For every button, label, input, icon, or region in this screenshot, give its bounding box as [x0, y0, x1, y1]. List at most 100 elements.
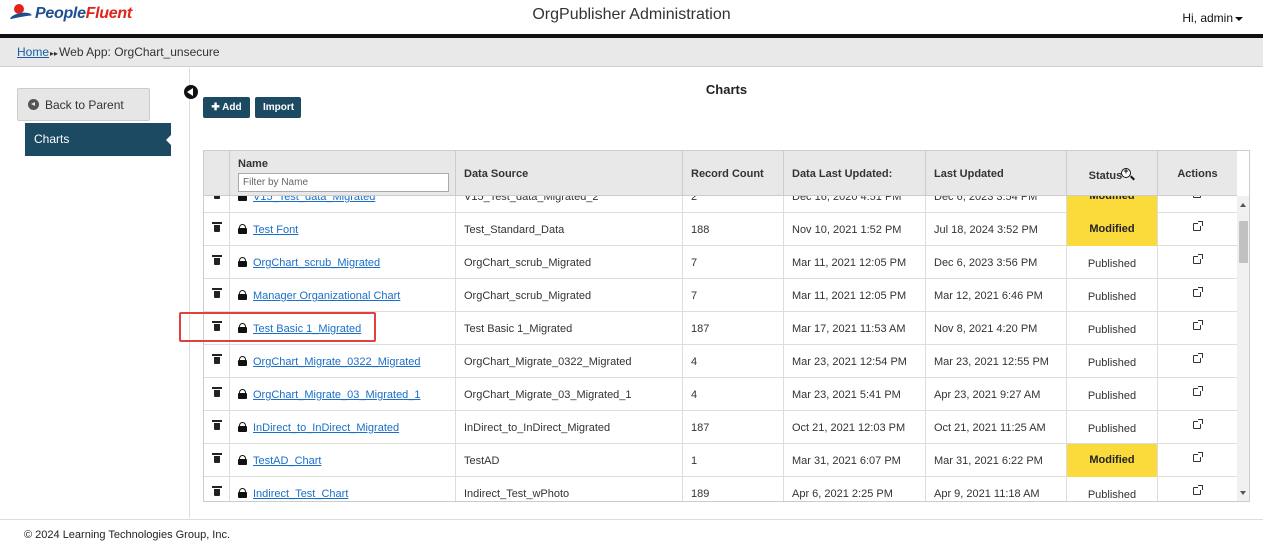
chart-name-link[interactable]: Indirect_Test_Chart [253, 488, 348, 500]
delete-cell [204, 477, 229, 501]
table-row: Manager Organizational Chart OrgChart_scr… [204, 279, 1237, 312]
name-cell: OrgChart_Migrate_03_Migrated_1 [229, 378, 455, 411]
status-cell: Published [1066, 246, 1157, 279]
trash-icon[interactable] [211, 486, 222, 496]
actions-cell [1157, 213, 1237, 246]
last-updated-cell: Mar 23, 2021 12:55 PM [925, 345, 1066, 378]
data-source-cell: OrgChart_scrub_Migrated [455, 279, 682, 312]
delete-cell [204, 213, 229, 246]
add-chart-label: Add [222, 102, 242, 113]
status-badge: Published [1087, 390, 1137, 402]
back-to-parent-label: Back to Parent [45, 97, 124, 112]
chart-name-link[interactable]: InDirect_to_InDirect_Migrated [253, 422, 399, 434]
lock-icon [238, 455, 247, 465]
lock-icon [238, 224, 247, 234]
table-row: OrgChart_Migrate_03_Migrated_1 OrgChart_M… [204, 378, 1237, 411]
name-cell: Test Basic 1_Migrated [229, 312, 455, 345]
table-scrollbar[interactable] [1237, 196, 1249, 501]
chart-name-link[interactable]: Test Font [253, 224, 298, 236]
status-badge: Published [1087, 489, 1137, 501]
name-cell: Manager Organizational Chart [229, 279, 455, 312]
record-count-cell: 4 [682, 345, 783, 378]
header-data-last-updated[interactable]: Data Last Updated: [783, 151, 925, 196]
sidebar-item-charts[interactable]: Charts [25, 123, 171, 156]
trash-icon[interactable] [211, 420, 222, 430]
record-count-cell: 189 [682, 477, 783, 501]
delete-cell [204, 279, 229, 312]
delete-cell [204, 378, 229, 411]
open-external-icon[interactable] [1192, 386, 1203, 396]
plus-icon: ✚ [211, 102, 223, 113]
chart-name-link[interactable]: V15_Test_data_Migrated [253, 196, 375, 203]
data-source-cell: V15_Test_data_Migrated_2 [455, 196, 682, 213]
open-external-icon[interactable] [1192, 353, 1203, 363]
chart-name-link[interactable]: OrgChart_Migrate_0322_Migrated [253, 356, 421, 368]
zoom-in-cursor-icon [1121, 166, 1136, 182]
scroll-thumb[interactable] [1239, 221, 1248, 263]
table-row: Test Font Test_Standard_Data 188 Nov 10, 20… [204, 213, 1237, 246]
trash-icon[interactable] [213, 196, 221, 199]
data-source-cell: Indirect_Test_wPhoto [455, 477, 682, 501]
scroll-up-icon[interactable] [1240, 203, 1246, 207]
data-last-updated-cell: Mar 11, 2021 12:05 PM [783, 279, 925, 312]
open-external-icon[interactable] [1192, 254, 1203, 264]
record-count-cell: 188 [682, 213, 783, 246]
open-external-icon[interactable] [1192, 419, 1203, 429]
status-cell: Published [1066, 411, 1157, 444]
footer-copyright: © 2024 Learning Technologies Group, Inc. [0, 519, 1263, 550]
table-row: V15_Test_data_Migrated V15_Test_data_Migr… [204, 196, 1237, 213]
chart-name-link[interactable]: OrgChart_scrub_Migrated [253, 257, 380, 269]
chart-name-link[interactable]: TestAD_Chart [253, 455, 321, 467]
header-status[interactable]: Status [1066, 151, 1157, 196]
page-title: Charts [705, 82, 748, 97]
user-menu[interactable]: Hi, admin [1182, 11, 1243, 25]
data-last-updated-cell: Dec 16, 2020 4:51 PM [783, 196, 925, 213]
trash-icon[interactable] [211, 387, 222, 397]
open-external-icon[interactable] [1192, 221, 1203, 231]
open-external-icon[interactable] [1192, 287, 1203, 297]
delete-cell [204, 411, 229, 444]
header-last-updated[interactable]: Last Updated [925, 151, 1066, 196]
import-button[interactable]: Import [255, 97, 301, 118]
filter-by-name-input[interactable] [238, 173, 449, 192]
data-source-cell: TestAD [455, 444, 682, 477]
record-count-cell: 187 [682, 411, 783, 444]
name-cell: OrgChart_scrub_Migrated [229, 246, 455, 279]
trash-icon[interactable] [211, 288, 222, 298]
delete-cell [204, 246, 229, 279]
trash-icon[interactable] [211, 255, 222, 265]
actions-cell [1157, 411, 1237, 444]
breadcrumb-home-link[interactable]: Home [17, 45, 49, 59]
header-data-source[interactable]: Data Source [455, 151, 682, 196]
scroll-down-icon[interactable] [1240, 491, 1246, 495]
data-last-updated-cell: Mar 17, 2021 11:53 AM [783, 312, 925, 345]
delete-cell [204, 345, 229, 378]
status-cell: Modified [1066, 444, 1157, 477]
open-external-icon[interactable] [1192, 320, 1203, 330]
status-badge: Modified [1067, 213, 1157, 246]
record-count-cell: 2 [682, 196, 783, 213]
trash-icon[interactable] [211, 354, 222, 364]
table-body: V15_Test_data_Migrated V15_Test_data_Migr… [204, 196, 1237, 501]
open-external-icon[interactable] [1192, 196, 1203, 198]
chart-name-link[interactable]: Manager Organizational Chart [253, 290, 400, 302]
header-name-label[interactable]: Name [238, 158, 268, 170]
chart-name-link[interactable]: OrgChart_Migrate_03_Migrated_1 [253, 389, 421, 401]
open-external-icon[interactable] [1192, 485, 1203, 495]
trash-icon[interactable] [211, 321, 222, 331]
lock-icon [238, 356, 247, 366]
trash-icon[interactable] [211, 453, 222, 463]
open-external-icon[interactable] [1192, 452, 1203, 462]
actions-cell [1157, 279, 1237, 312]
app-title: OrgPublisher Administration [532, 6, 731, 23]
chart-name-link[interactable]: Test Basic 1_Migrated [253, 323, 361, 335]
header-record-count[interactable]: Record Count [682, 151, 783, 196]
back-to-parent-button[interactable]: Back to Parent [17, 88, 150, 121]
status-cell: Published [1066, 312, 1157, 345]
data-last-updated-cell: Mar 11, 2021 12:05 PM [783, 246, 925, 279]
trash-icon[interactable] [211, 222, 222, 232]
record-count-cell: 1 [682, 444, 783, 477]
add-chart-button[interactable]: ✚ Add [203, 97, 250, 118]
status-cell: Modified [1066, 213, 1157, 246]
top-bar: PeopleFluent OrgPublisher Administration… [0, 0, 1263, 34]
